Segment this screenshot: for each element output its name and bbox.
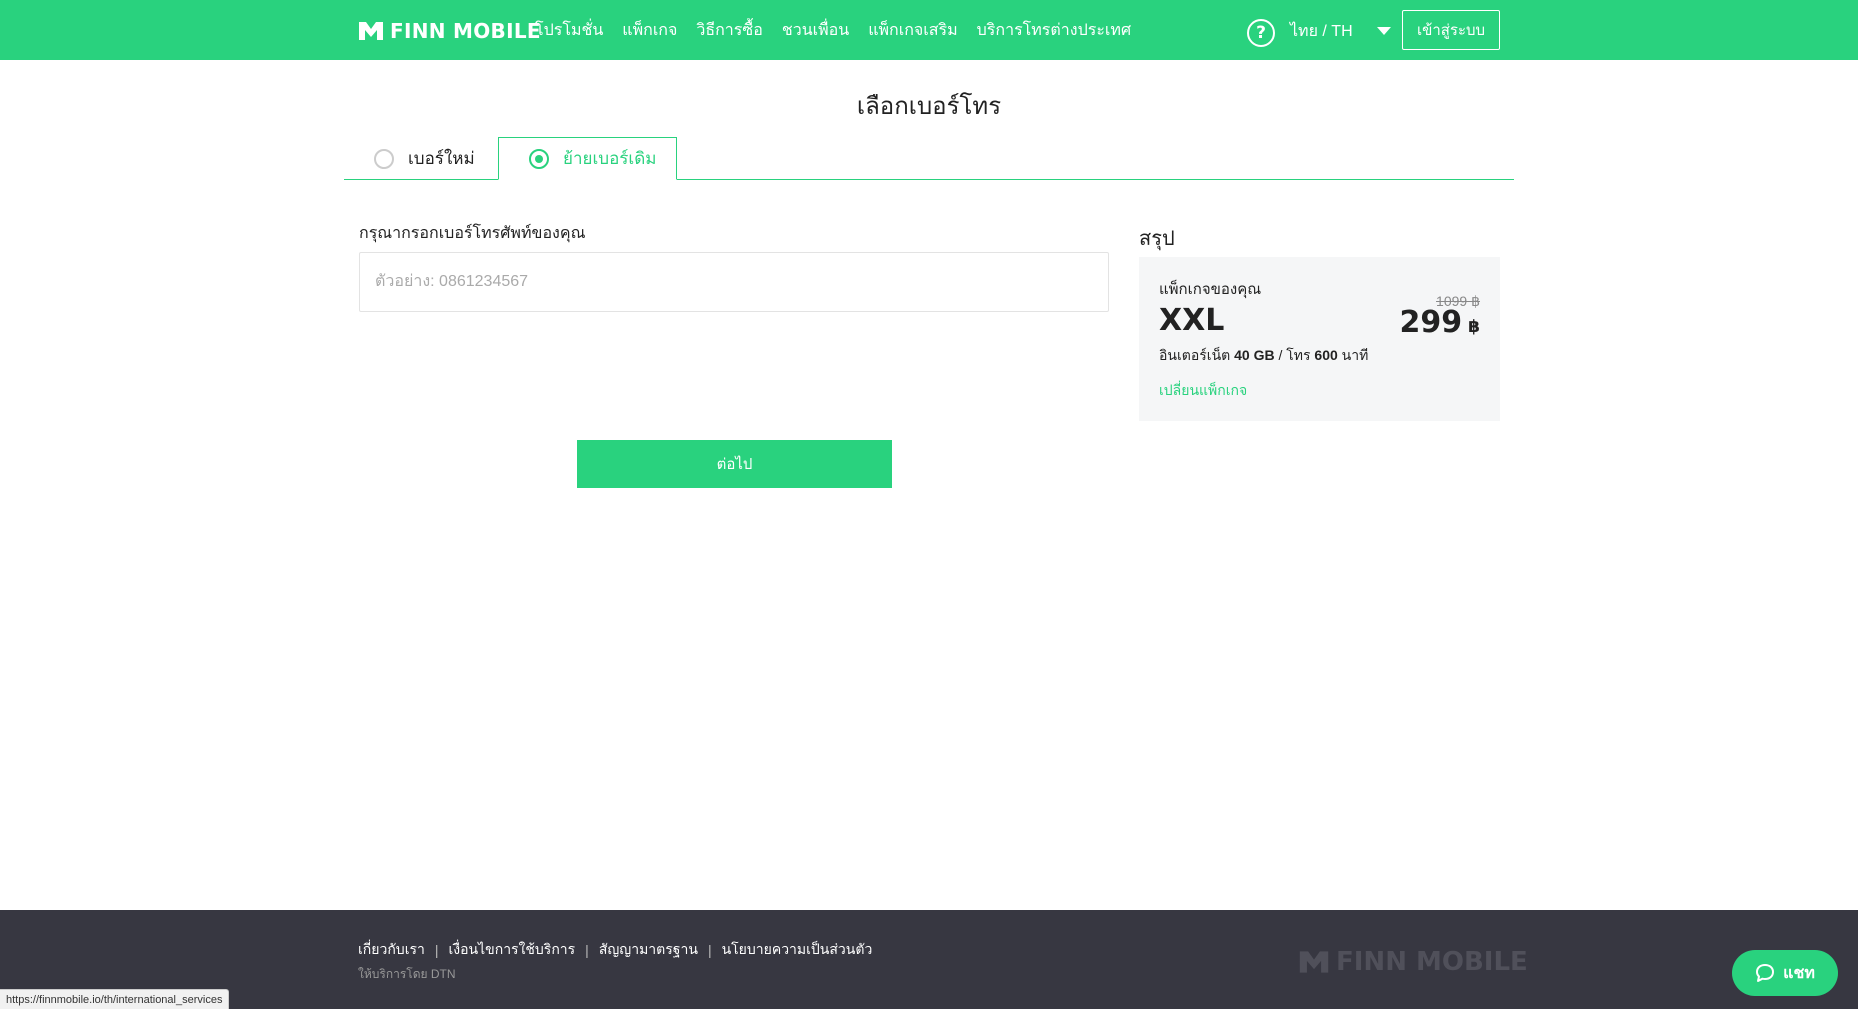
package-label: แพ็กเกจของคุณ: [1159, 281, 1262, 298]
language-selector[interactable]: ไทย / TH: [1290, 18, 1391, 44]
footer-separator: |: [585, 942, 589, 958]
package-price-currency: ฿: [1468, 317, 1480, 337]
footer-links: เกี่ยวกับเรา | เงื่อนไขการใช้บริการ | สั…: [358, 939, 872, 961]
language-label: ไทย / TH: [1290, 22, 1353, 40]
detail-mid: / โทร: [1274, 347, 1315, 363]
footer-provider: ให้บริการโดย DTN: [358, 967, 456, 981]
main-nav: โปรโมชั่น แพ็กเกจ วิธีการซื้อ ชวนเพื่อน …: [535, 0, 1131, 60]
package-price: 299 ฿: [1400, 305, 1480, 340]
brand-name: FINN MOBILE: [390, 19, 541, 43]
chat-label: แชท: [1783, 964, 1815, 982]
tab-new-number-label: เบอร์ใหม่: [408, 149, 475, 168]
package-price-value: 299: [1399, 305, 1463, 340]
caret-down-icon: [1376, 27, 1391, 35]
finn-logo-icon: [1299, 951, 1329, 973]
footer-link-about[interactable]: เกี่ยวกับเรา: [358, 939, 425, 961]
footer-link-standard-contract[interactable]: สัญญามาตรฐาน: [599, 939, 698, 961]
status-bar-url: https://finnmobile.io/th/international_s…: [0, 989, 230, 1009]
page-title: เลือกเบอร์โทร: [856, 93, 1002, 120]
detail-suffix: นาที: [1337, 347, 1369, 363]
data-amount: 40 GB: [1234, 347, 1275, 363]
tab-port-number[interactable]: ย้ายเบอร์เดิม: [498, 137, 677, 180]
nav-item-how-to-buy[interactable]: วิธีการซื้อ: [696, 18, 762, 43]
radio-new-number[interactable]: [374, 148, 394, 169]
chat-bubble-icon: [1756, 964, 1775, 982]
summary-card: แพ็กเกจของคุณ XXL 1099 ฿ 299 ฿ อินเตอร์เ…: [1139, 257, 1500, 421]
nav-item-international-calls[interactable]: บริการโทรต่างประเทศ: [977, 18, 1131, 43]
radio-port-number[interactable]: [529, 148, 549, 169]
footer-separator: |: [707, 942, 712, 958]
package-name: XXL: [1159, 303, 1225, 338]
finn-logo-icon: [359, 22, 383, 40]
help-icon[interactable]: ?: [1247, 19, 1275, 47]
package-detail: อินเตอร์เน็ต 40 GB / โทร 600 นาที: [1159, 345, 1368, 367]
change-package-link[interactable]: เปลี่ยนแพ็กเกจ: [1159, 380, 1247, 402]
top-navigation-bar: FINN MOBILE โปรโมชั่น แพ็กเกจ วิธีการซื้…: [0, 0, 1858, 60]
nav-item-add-ons[interactable]: แพ็กเกจเสริม: [868, 18, 957, 43]
call-amount: 600: [1314, 347, 1338, 363]
phone-field-label: กรุณากรอกเบอร์โทรศัพท์ของคุณ: [359, 225, 586, 242]
detail-prefix: อินเตอร์เน็ต: [1159, 347, 1235, 363]
login-button[interactable]: เข้าสู่ระบบ: [1402, 10, 1500, 50]
tab-new-number[interactable]: เบอร์ใหม่: [344, 137, 498, 180]
footer-brand-name: FINN MOBILE: [1336, 947, 1528, 977]
footer-separator: |: [434, 942, 439, 958]
next-button[interactable]: ต่อไป: [577, 440, 892, 488]
chat-button[interactable]: แชท: [1732, 950, 1838, 996]
phone-number-input[interactable]: [359, 252, 1109, 312]
nav-item-packages[interactable]: แพ็กเกจ: [622, 18, 677, 43]
tab-port-number-label: ย้ายเบอร์เดิม: [563, 149, 657, 168]
footer: เกี่ยวกับเรา | เงื่อนไขการใช้บริการ | สั…: [0, 910, 1858, 1009]
footer-link-privacy[interactable]: นโยบายความเป็นส่วนตัว: [722, 939, 873, 961]
footer-link-terms[interactable]: เงื่อนไขการใช้บริการ: [449, 939, 576, 961]
footer-logo: FINN MOBILE: [1298, 947, 1528, 977]
nav-item-invite-friends[interactable]: ชวนเพื่อน: [782, 18, 849, 43]
finn-mobile-logo[interactable]: FINN MOBILE: [358, 18, 541, 44]
nav-item-promotions[interactable]: โปรโมชั่น: [535, 18, 603, 43]
summary-title: สรุป: [1139, 228, 1175, 250]
